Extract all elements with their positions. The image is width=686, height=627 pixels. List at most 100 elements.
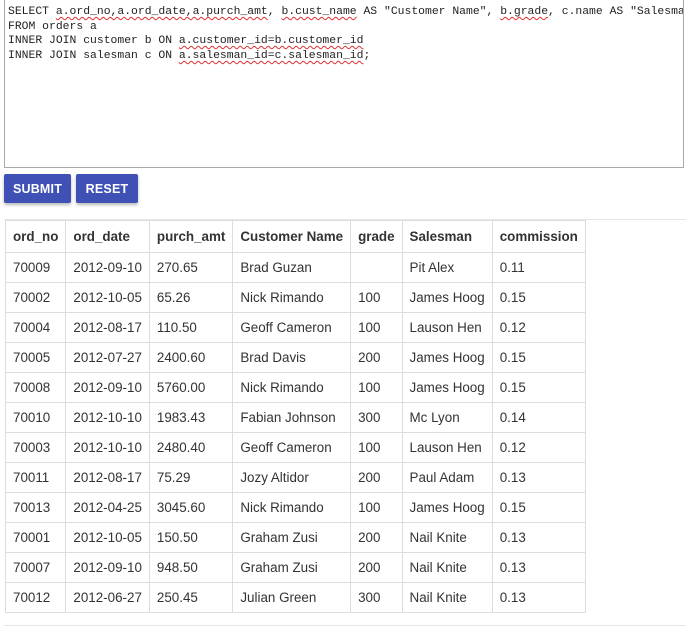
table-cell: Julian Green xyxy=(232,582,352,613)
table-cell: 2012-08-17 xyxy=(65,462,150,493)
editor-line: SELECT a.ord_no,a.ord_date,a.purch_amt , … xyxy=(8,5,683,20)
table-cell: 150.50 xyxy=(148,522,234,553)
table-row: 70012 2012-06-27 250.45 Julian Green 300 Nail… xyxy=(4,582,586,613)
editor-text: , c.name AS "Salesman", xyxy=(548,6,684,18)
table-cell: 100 xyxy=(350,372,403,403)
table-cell: Graham Zusi xyxy=(232,522,352,553)
table-cell: 70007 xyxy=(4,552,67,583)
table-cell: 1983.43 xyxy=(148,402,234,433)
table-cell: 70013 xyxy=(4,492,67,523)
table-cell: 5760.00 xyxy=(148,372,234,403)
table-cell: 75.29 xyxy=(148,462,234,493)
table-row: 70009 2012-09-10 270.65 Brad Guzan Pit Alex 0… xyxy=(4,252,586,283)
table-cell: Paul Adam xyxy=(401,462,493,493)
spellcheck-flagged-text: a.ord_no,a.ord_date,a.purch_amt xyxy=(55,6,268,18)
editor-text: INNER JOIN salesman c ON xyxy=(8,49,179,62)
table-cell: Lauson Hen xyxy=(401,312,493,343)
table-cell: 2012-09-10 xyxy=(65,552,150,583)
editor-text: AS "Customer Name", xyxy=(356,6,501,18)
table-cell: 3045.60 xyxy=(148,492,234,523)
editor-text: INNER JOIN customer b ON xyxy=(8,35,179,48)
table-cell: 200 xyxy=(350,462,403,493)
table-cell: 948.50 xyxy=(148,552,234,583)
table-cell: 100 xyxy=(350,492,403,523)
table-cell: 70004 xyxy=(4,312,67,343)
table-cell: 0.13 xyxy=(491,582,586,613)
table-cell: James Hoog xyxy=(401,372,493,403)
table-cell: 70005 xyxy=(4,342,67,373)
table-row: 70004 2012-08-17 110.50 Geoff Cameron 100 Lau… xyxy=(4,312,586,343)
divider xyxy=(4,625,686,626)
table-row: 70011 2012-08-17 75.29 Jozy Altidor 200 Paul … xyxy=(4,462,586,493)
table-cell: 70003 xyxy=(4,432,67,463)
sql-query-editor[interactable]: SELECT a.ord_no,a.ord_date,a.purch_amt , … xyxy=(4,0,684,168)
table-cell: 2012-08-17 xyxy=(65,312,150,343)
column-header: ord_date xyxy=(65,220,150,253)
table-cell: 100 xyxy=(350,282,403,313)
table-cell: 0.15 xyxy=(491,342,586,373)
table-header-row: ord_no ord_date purch_amt Customer Name grad… xyxy=(4,220,586,253)
table-cell: 65.26 xyxy=(148,282,234,313)
table-cell: 100 xyxy=(350,432,403,463)
table-cell: 70010 xyxy=(4,402,67,433)
table-cell: 2400.60 xyxy=(148,342,234,373)
table-cell: Mc Lyon xyxy=(401,402,493,433)
table-cell: James Hoog xyxy=(401,282,493,313)
table-cell: 0.11 xyxy=(491,252,586,283)
table-cell: 0.13 xyxy=(491,552,586,583)
column-header: purch_amt xyxy=(148,220,234,253)
table-cell: James Hoog xyxy=(401,492,493,523)
table-cell: Geoff Cameron xyxy=(232,312,352,343)
table-cell: 200 xyxy=(350,342,403,373)
table-cell: 110.50 xyxy=(148,312,234,343)
results-table: ord_no ord_date purch_amt Customer Name grad… xyxy=(4,220,586,613)
table-cell: 70001 xyxy=(4,522,67,553)
table-row: 70008 2012-09-10 5760.00 Nick Rimando 100 Jam… xyxy=(4,372,586,403)
table-cell: Pit Alex xyxy=(401,252,493,283)
table-row: 70003 2012-10-10 2480.40 Geoff Cameron 100 La… xyxy=(4,432,586,463)
table-cell: 270.65 xyxy=(148,252,234,283)
editor-text: FROM orders a xyxy=(8,20,97,33)
table-cell: 2480.40 xyxy=(148,432,234,463)
table-cell: Geoff Cameron xyxy=(232,432,352,463)
table-cell: 2012-10-10 xyxy=(65,432,150,463)
table-cell: 0.13 xyxy=(491,522,586,553)
table-cell: Nick Rimando xyxy=(232,282,352,313)
table-cell: 2012-04-25 xyxy=(65,492,150,523)
spellcheck-flagged-text: b.grade xyxy=(500,6,549,18)
table-cell: 200 xyxy=(350,552,403,583)
table-cell: Nick Rimando xyxy=(232,372,352,403)
table-cell: 0.15 xyxy=(491,282,586,313)
spellcheck-flagged-text: a.customer_id=b.customer_id xyxy=(178,35,364,48)
table-cell: 70011 xyxy=(4,462,67,493)
table-cell: 2012-07-27 xyxy=(65,342,150,373)
table-cell: 0.12 xyxy=(491,432,586,463)
reset-button[interactable]: RESET xyxy=(76,174,138,203)
table-cell: 70009 xyxy=(4,252,67,283)
editor-line: INNER JOIN customer b ON a.customer_id=b… xyxy=(8,34,679,49)
column-header: Salesman xyxy=(401,220,493,253)
table-cell: Nail Knite xyxy=(401,552,493,583)
editor-text: , xyxy=(267,6,282,18)
table-cell: Nick Rimando xyxy=(232,492,352,523)
table-cell: 2012-09-10 xyxy=(65,372,150,403)
table-cell: 2012-10-05 xyxy=(65,522,150,553)
spellcheck-flagged-text: b.cust_name xyxy=(281,6,357,18)
submit-button[interactable]: SUBMIT xyxy=(4,174,71,203)
table-row: 70007 2012-09-10 948.50 Graham Zusi 200 Nail … xyxy=(4,552,586,583)
table-cell: 0.14 xyxy=(491,402,586,433)
table-cell: 100 xyxy=(350,312,403,343)
table-cell: 0.15 xyxy=(491,492,586,523)
table-cell: 2012-06-27 xyxy=(65,582,150,613)
table-cell: James Hoog xyxy=(401,342,493,373)
table-row: 70005 2012-07-27 2400.60 Brad Davis 200 James… xyxy=(4,342,586,373)
table-cell: Brad Davis xyxy=(232,342,352,373)
table-cell: 0.12 xyxy=(491,312,586,343)
table-cell: Fabian Johnson xyxy=(232,402,352,433)
table-cell: 300 xyxy=(350,402,403,433)
table-cell: 250.45 xyxy=(148,582,234,613)
table-cell: 70012 xyxy=(4,582,67,613)
table-cell: Brad Guzan xyxy=(232,252,352,283)
table-cell: Nail Knite xyxy=(401,522,493,553)
column-header: ord_no xyxy=(4,220,67,253)
